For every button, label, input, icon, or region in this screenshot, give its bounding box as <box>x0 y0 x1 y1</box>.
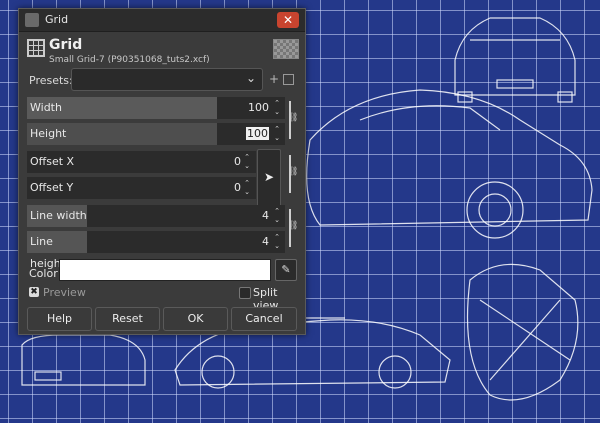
line-height-value: 4 <box>262 235 269 248</box>
pointer-offset-button[interactable]: ➤ <box>257 149 281 207</box>
preview-label: Preview <box>43 286 86 299</box>
color-label: Color <box>29 267 58 280</box>
window-title: Grid <box>45 13 69 26</box>
line-height-row: Line height 4 ⌃ ⌄ <box>27 231 285 270</box>
pointer-icon: ➤ <box>264 170 275 184</box>
height-spinner[interactable]: ⌃ ⌄ <box>273 125 281 143</box>
split-view-checkbox[interactable] <box>239 287 251 299</box>
chain-link-icon[interactable]: ⛓ <box>287 167 298 177</box>
grid-dialog: Grid ✕ Grid Small Grid-7 (P90351068_tuts… <box>18 8 306 335</box>
height-row: Height 100 ⌃ ⌄ <box>27 123 285 145</box>
line-height-spinner[interactable]: ⌃ ⌄ <box>273 233 281 251</box>
add-preset-button[interactable]: + <box>269 72 279 86</box>
presets-dropdown[interactable]: ⌄ <box>71 68 263 91</box>
cancel-button[interactable]: Cancel <box>231 307 297 331</box>
help-button[interactable]: Help <box>27 307 92 331</box>
line-height-label: Line height <box>27 231 88 270</box>
offset-x-row: Offset X 0 ⌃ ⌄ <box>27 151 256 173</box>
line-width-row: Line width 4 ⌃ ⌄ <box>27 205 285 227</box>
offset-y-spinner[interactable]: ⌃ ⌄ <box>243 179 251 197</box>
offset-y-value[interactable]: 0 <box>177 177 241 199</box>
dialog-header-subtitle: Small Grid-7 (P90351068_tuts2.xcf) <box>49 55 210 65</box>
grid-icon <box>27 39 45 57</box>
width-value: 100 <box>248 101 269 114</box>
dialog-header-title: Grid <box>49 37 83 53</box>
app-icon <box>25 13 39 27</box>
color-picker-icon[interactable]: ✎ <box>275 259 297 281</box>
offset-y-row: Offset Y 0 ⌃ ⌄ <box>27 177 256 199</box>
close-button[interactable]: ✕ <box>277 12 299 28</box>
chain-link-icon[interactable]: ⛓ <box>287 221 298 231</box>
color-button[interactable] <box>59 259 271 281</box>
ok-button[interactable]: OK <box>163 307 228 331</box>
line-width-spinner[interactable]: ⌃ ⌄ <box>273 207 281 225</box>
line-width-label: Line width <box>27 205 88 227</box>
width-spinner[interactable]: ⌃ ⌄ <box>273 99 281 117</box>
height-value: 100 <box>246 127 269 140</box>
presets-label: Presets: <box>29 74 73 87</box>
offset-x-spinner[interactable]: ⌃ ⌄ <box>243 153 251 171</box>
preset-menu-button[interactable] <box>283 74 294 85</box>
reset-button[interactable]: Reset <box>95 307 160 331</box>
chain-link-icon[interactable]: ⛓ <box>287 113 298 123</box>
title-bar: Grid ✕ <box>19 9 305 32</box>
preview-checkbox[interactable]: ✖ <box>29 287 39 297</box>
image-thumbnail <box>273 39 299 59</box>
height-label: Height <box>27 123 220 145</box>
width-row: Width 100 ⌃ ⌄ <box>27 97 285 119</box>
width-label: Width <box>27 97 220 119</box>
line-width-value: 4 <box>262 209 269 222</box>
offset-x-value[interactable]: 0 <box>177 151 241 173</box>
chevron-down-icon: ⌄ <box>245 71 256 85</box>
